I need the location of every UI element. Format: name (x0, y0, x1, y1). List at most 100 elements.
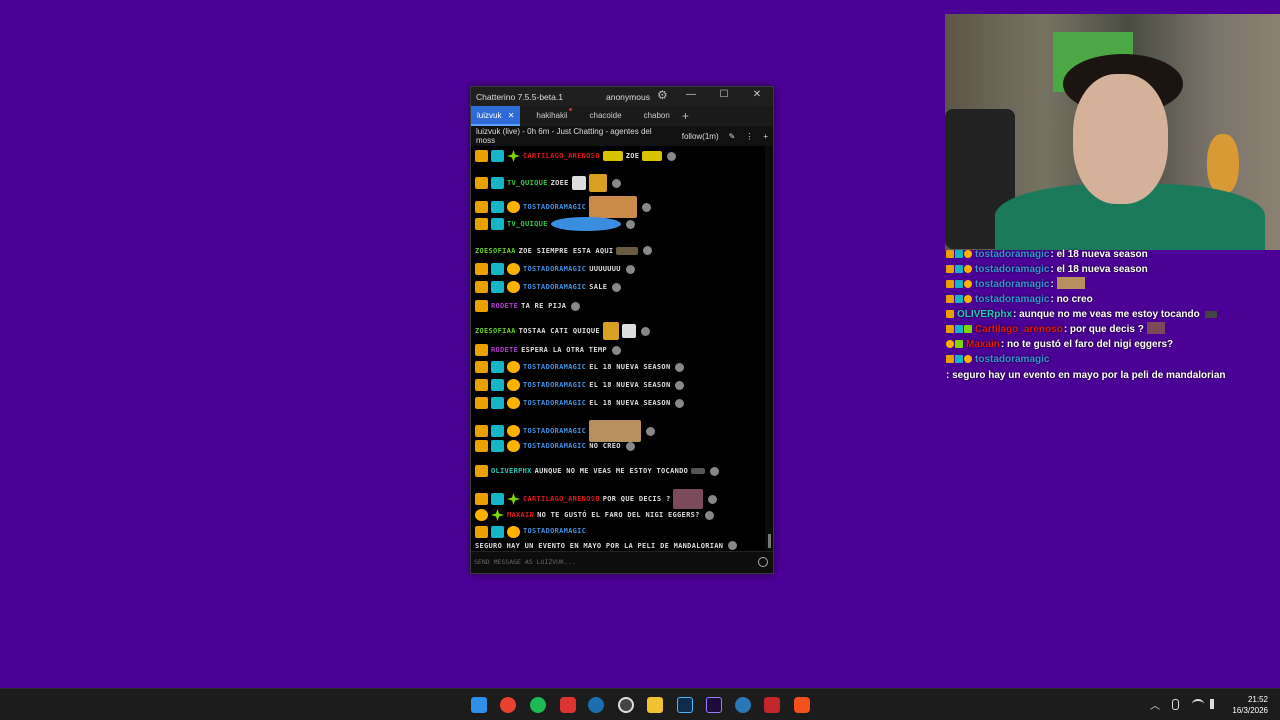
chat-nick[interactable]: ZOESOFIAA (475, 247, 516, 255)
system-clock[interactable]: 21:52 16/3/2026 (1232, 694, 1268, 716)
clock-icon[interactable] (642, 202, 652, 212)
overlay-text: : el 18 nueva season (1050, 249, 1148, 260)
webcam-feed (945, 14, 1280, 250)
overlay-nick: tostadoramagic (975, 279, 1050, 290)
tag-badge-icon (955, 280, 963, 288)
clock-icon[interactable] (611, 178, 621, 188)
close-button[interactable]: ✕ (747, 89, 767, 100)
app-red-icon[interactable] (560, 697, 576, 713)
tag-badge-icon (491, 379, 504, 391)
clock-icon[interactable] (625, 441, 635, 451)
brave-icon[interactable] (794, 697, 810, 713)
chat-nick[interactable]: RODETE (491, 346, 518, 354)
overlay-message: tostadoramagic: no creo (946, 292, 1278, 307)
emote-icon (1056, 277, 1085, 289)
crown-badge-icon (475, 344, 488, 356)
clock-icon[interactable] (728, 541, 738, 550)
crown-badge-icon (946, 325, 954, 333)
spotify-icon[interactable] (530, 697, 546, 713)
clock-icon[interactable] (646, 426, 656, 436)
tray-chevron-icon[interactable]: ︿ (1150, 697, 1160, 712)
chat-nick[interactable]: TOSTADORAMAGIC (523, 265, 586, 273)
chat-nick[interactable]: TOSTADORAMAGIC (523, 283, 586, 291)
chat-scrollbar[interactable] (765, 146, 773, 552)
emoji-picker-icon[interactable] (758, 557, 768, 567)
chat-message: TOSTADORAMAGIC (475, 420, 763, 442)
chat-nick[interactable]: TV_QUIQUE (507, 220, 548, 228)
clock-icon[interactable] (643, 246, 653, 255)
message-list[interactable]: CARTILAGO_ARENOSO ZOE TV_QUIQUE ZOEE TOS… (471, 146, 767, 552)
chat-nick[interactable]: CARTILAGO_ARENOSO (523, 152, 600, 160)
vmix-icon[interactable] (764, 697, 780, 713)
menu-icon[interactable]: ⋮ (745, 132, 753, 141)
chat-nick[interactable]: TOSTADORAMAGIC (523, 427, 586, 435)
chat-nick[interactable]: CARTILAGO_ARENOSO (523, 495, 600, 503)
tab-label: luizvuk (477, 111, 502, 120)
photoshop-icon[interactable] (677, 697, 693, 713)
chat-text: NO CREO (589, 442, 621, 450)
coin-badge-icon (507, 397, 520, 409)
tab-close-icon[interactable]: ✕ (508, 111, 515, 120)
gear-icon[interactable]: ⚙ (657, 88, 668, 102)
chat-nick[interactable]: RODETE (491, 302, 518, 310)
chat-nick[interactable]: TOSTADORAMAGIC (523, 363, 586, 371)
volume-icon[interactable] (1210, 699, 1220, 709)
clock-icon[interactable] (667, 151, 677, 161)
tab-chacoide[interactable]: chacoide (584, 106, 628, 126)
overlay-text: : no te gustó el faro del nigi eggers? (1000, 339, 1174, 350)
chat-nick[interactable]: ZOESOFIAA (475, 327, 516, 335)
chrome-icon[interactable] (500, 697, 516, 713)
clock-icon[interactable] (710, 466, 720, 476)
coin-badge-icon (964, 265, 972, 273)
clock-icon[interactable] (640, 326, 650, 336)
clock-icon[interactable] (625, 219, 635, 229)
clock-icon[interactable] (675, 362, 685, 372)
minimize-button[interactable]: — (681, 89, 701, 100)
tab-hakihakii[interactable]: hakihakii (530, 106, 573, 126)
title-bar[interactable]: Chatterino 7.5.5-beta.1 anonymous ⚙ — ☐ … (471, 87, 773, 106)
maximize-button[interactable]: ☐ (714, 89, 734, 100)
chat-text: TOSTAA CATI QUIQUE (518, 327, 600, 335)
account-name[interactable]: anonymous (606, 92, 650, 102)
add-split-button[interactable]: + (763, 132, 768, 141)
file-explorer-icon[interactable] (647, 697, 663, 713)
edit-icon[interactable]: ✎ (729, 132, 736, 141)
windows-start-icon[interactable] (471, 697, 487, 713)
clock-icon[interactable] (675, 398, 685, 408)
tab-luizvuk[interactable]: luizvuk ✕ (471, 106, 521, 126)
add-tab-button[interactable]: + (682, 106, 689, 126)
clock-icon[interactable] (612, 282, 622, 292)
tab-chabon[interactable]: chabon (638, 106, 676, 126)
overlay-text: : aunque no me veas me estoy tocando (1013, 309, 1200, 320)
follow-mode[interactable]: follow(1m) (682, 132, 719, 141)
ccleaner-icon[interactable] (735, 697, 751, 713)
crown-badge-icon (946, 280, 954, 288)
overlay-message: tostadoramagic: el 18 nueva season (946, 262, 1278, 277)
chat-nick[interactable]: TOSTADORAMAGIC (523, 381, 586, 389)
chat-nick[interactable]: TOSTADORAMAGIC (523, 399, 586, 407)
clock-icon[interactable] (571, 301, 581, 311)
wifi-icon[interactable] (1192, 699, 1204, 709)
cat-emote-icon (571, 176, 586, 190)
coin-badge-icon (475, 509, 488, 521)
chat-nick[interactable]: TV_QUIQUE (507, 179, 548, 187)
message-input[interactable]: Send message as luizvuk... (471, 551, 773, 573)
steam-icon[interactable] (588, 697, 604, 713)
clock-icon[interactable] (611, 345, 621, 355)
chat-nick[interactable]: MAXAIN (507, 511, 534, 519)
clock-icon[interactable] (675, 380, 685, 390)
chat-nick[interactable]: TOSTADORAMAGIC (523, 203, 586, 211)
chat-nick[interactable]: OLIVERPHX (491, 467, 532, 475)
premiere-icon[interactable] (706, 697, 722, 713)
clock-icon[interactable] (708, 494, 718, 504)
clock-icon[interactable] (625, 264, 635, 274)
obs-icon[interactable] (618, 697, 634, 713)
tab-label: hakihakii (536, 111, 568, 120)
tag-badge-icon (491, 177, 504, 189)
microphone-icon[interactable] (1172, 699, 1179, 710)
clock-icon[interactable] (704, 510, 714, 520)
chat-nick[interactable]: TOSTADORAMAGIC (523, 526, 586, 536)
chat-nick[interactable]: TOSTADORAMAGIC (523, 442, 586, 450)
input-placeholder: Send message as luizvuk... (474, 558, 576, 566)
scrollbar-thumb[interactable] (768, 534, 771, 548)
